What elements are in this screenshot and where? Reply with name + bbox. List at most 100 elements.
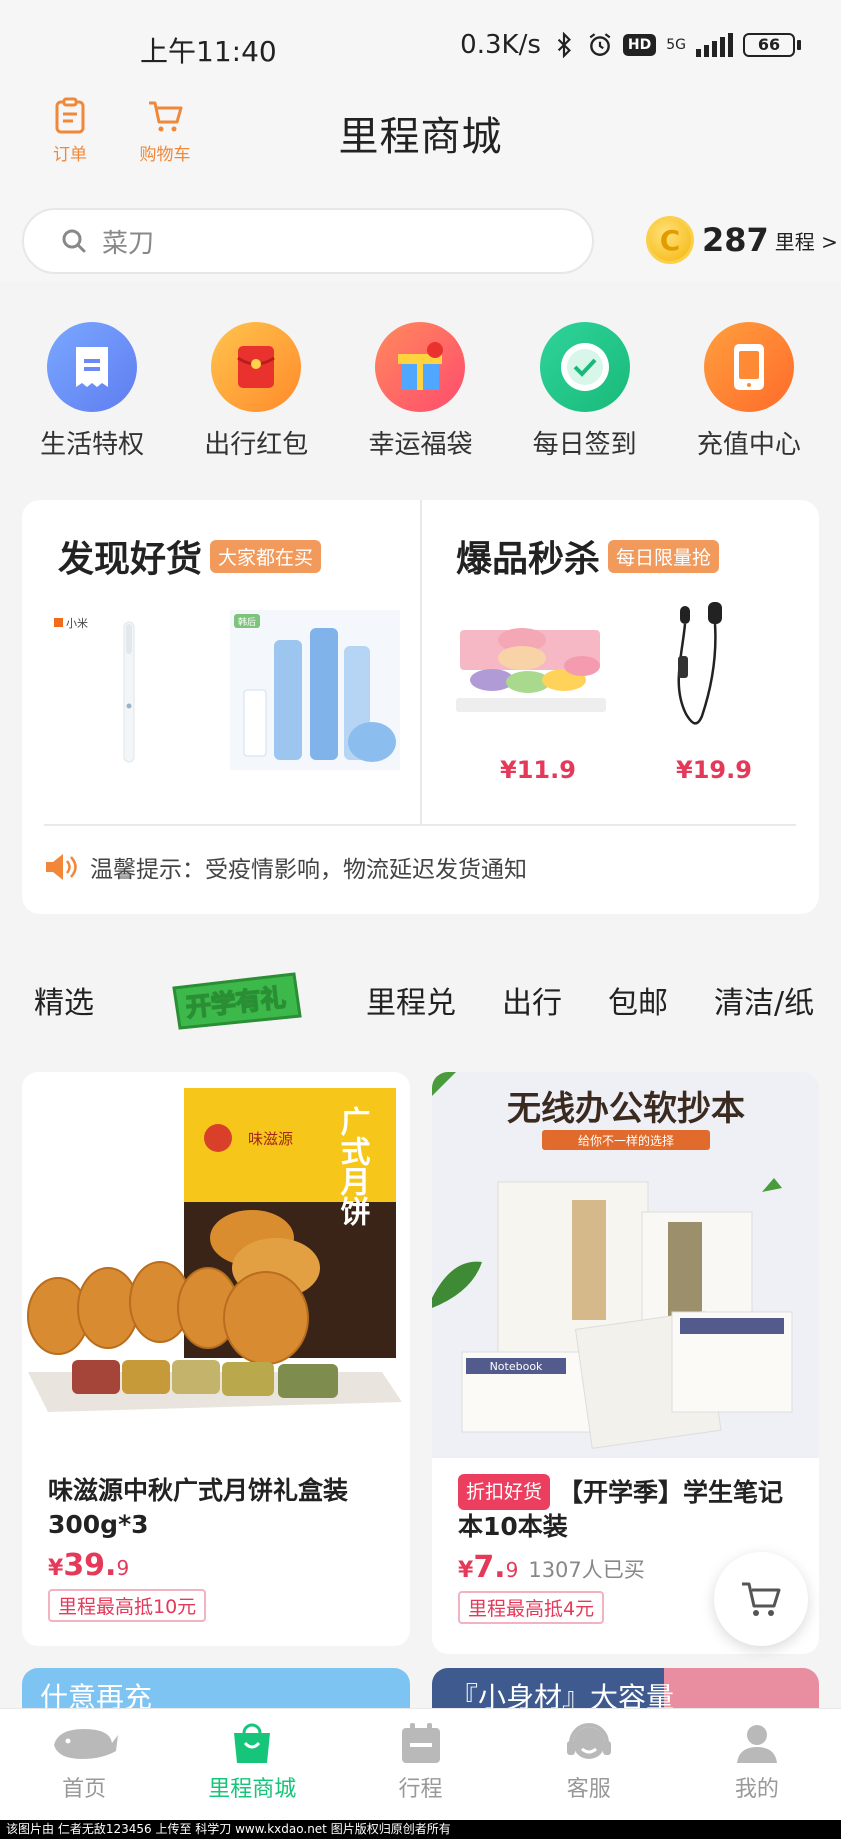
- product-card[interactable]: 味滋源 广式月饼 味滋源中秋广式月饼礼盒装300g*3 ¥39.9 里程最高抵1…: [22, 1072, 410, 1646]
- check-in-icon: [539, 322, 630, 412]
- calendar-icon: [401, 1723, 440, 1763]
- next-card-peek[interactable]: 什意再充: [22, 1668, 410, 1708]
- notice-bar[interactable]: 温馨提示：受疫情影响，物流延迟发货通知: [44, 850, 527, 884]
- notebook-image: 无线办公软抄本 给你不一样的选择 Notebook: [432, 1072, 819, 1458]
- quick-label: 幸运福袋: [368, 430, 473, 460]
- tab-featured[interactable]: 精选: [34, 978, 94, 1022]
- sold-count: 1307人已买: [528, 1558, 645, 1582]
- quick-label: 生活特权: [40, 430, 145, 460]
- next-card-text: 『小身材』大容量: [450, 1681, 675, 1708]
- promo-divider: [420, 500, 422, 824]
- bottom-navigation: 首页 里程商城 行程 客服 我的: [0, 1708, 841, 1820]
- discover-tag: 大家都在买: [210, 539, 322, 573]
- miles-balance[interactable]: C 287 里程 >: [646, 216, 838, 264]
- macaron-image[interactable]: [452, 600, 612, 730]
- earphone-image[interactable]: [642, 596, 782, 736]
- price-decimal: 9: [116, 1556, 130, 1580]
- whale-icon: [54, 1729, 119, 1759]
- next-card-peek[interactable]: 『小身材』大容量: [432, 1668, 819, 1708]
- nav-trips[interactable]: 行程: [336, 1709, 504, 1820]
- image-brand: 味滋源: [248, 1130, 293, 1148]
- product-price: ¥39.9: [48, 1548, 129, 1583]
- flash-price: ¥19.9: [676, 756, 752, 784]
- battery-level: 66: [743, 33, 795, 57]
- quick-recharge-center[interactable]: 充值中心: [674, 300, 824, 470]
- product-name: 折扣好货 【开学季】学生笔记本10本装: [458, 1474, 793, 1544]
- price-symbol: ¥: [48, 1556, 64, 1581]
- quick-label: 出行红包: [204, 430, 309, 460]
- search-row: 菜刀 C 287 里程 >: [0, 200, 841, 282]
- tab-cleaning[interactable]: 清洁/纸: [714, 978, 814, 1022]
- battery-icon: 66: [743, 33, 801, 57]
- promo-divider: [44, 824, 796, 826]
- brand-tag: 韩后: [238, 616, 256, 628]
- quick-lucky-bag[interactable]: 幸运福袋: [345, 300, 495, 470]
- floating-cart-button[interactable]: [714, 1552, 808, 1646]
- coin-icon: C: [646, 216, 694, 264]
- page-title: 里程商城: [338, 114, 503, 160]
- alarm-icon: [589, 33, 611, 56]
- nav-customer-service[interactable]: 客服: [505, 1709, 673, 1820]
- miles-value: 287: [702, 221, 769, 259]
- notebook-label: Notebook: [490, 1360, 543, 1373]
- speaker-icon: [46, 854, 77, 880]
- tab-free-shipping[interactable]: 包邮: [608, 978, 668, 1022]
- quick-travel-redpacket[interactable]: 出行红包: [181, 300, 331, 470]
- nav-mileage-mall[interactable]: 里程商城: [168, 1709, 336, 1820]
- flash-sale-title[interactable]: 爆品秒杀 每日限量抢: [456, 530, 720, 582]
- discover-goods-title[interactable]: 发现好货 大家都在买: [58, 530, 322, 582]
- mooncake-image: 味滋源 广式月饼: [22, 1072, 410, 1458]
- status-bar: 上午11:40 0.3K/s HD 5G 66: [0, 0, 841, 90]
- watermark-footer: 该图片由 仁者无敌123456 上传至 科学刀 www.kxdao.net 图片…: [0, 1820, 841, 1839]
- flash-price: ¥11.9: [500, 756, 576, 784]
- nav-home[interactable]: 首页: [0, 1709, 168, 1820]
- hd-icon: HD: [622, 34, 657, 56]
- product-price: ¥7.9: [458, 1550, 518, 1585]
- flash-sale-tag: 每日限量抢: [608, 539, 720, 573]
- nav-label: 我的: [734, 1777, 779, 1802]
- search-input[interactable]: 菜刀: [22, 208, 594, 274]
- price-main: 39.: [63, 1548, 117, 1583]
- category-tabs: 精选 开学有礼 里程兑 出行 包邮 清洁/纸: [0, 960, 841, 1040]
- mileage-deduct-tag: 里程最高抵4元: [458, 1591, 605, 1624]
- bluetooth-icon: [557, 32, 571, 58]
- user-icon: [736, 1725, 777, 1763]
- nav-label: 行程: [398, 1777, 443, 1802]
- cart-icon: [742, 1582, 781, 1616]
- app-header: 订单 购物车 里程商城: [0, 90, 841, 200]
- price-main: 7.: [473, 1550, 506, 1585]
- notice-text: 温馨提示：受疫情影响，物流延迟发货通知: [90, 857, 527, 883]
- promo-card: 发现好货 大家都在买 小米 韩后 爆品秒杀 每日限量抢 ¥11.9 ¥19.9 …: [22, 500, 819, 914]
- toothbrush-image[interactable]: 小米: [52, 610, 212, 770]
- mileage-deduct-tag: 里程最高抵10元: [48, 1589, 207, 1622]
- discover-title-text: 发现好货: [58, 539, 203, 580]
- status-right: 0.3K/s HD 5G 66: [460, 30, 801, 60]
- quick-actions: 生活特权 出行红包 幸运福袋 每日签到 充值中心: [0, 300, 841, 470]
- product-name: 味滋源中秋广式月饼礼盒装300g*3: [48, 1476, 349, 1539]
- quick-label: 每日签到: [532, 430, 637, 460]
- shopping-bag-icon: [234, 1723, 271, 1763]
- headset-icon: [566, 1723, 611, 1759]
- skincare-image[interactable]: 韩后: [230, 610, 400, 770]
- nav-label: 客服: [566, 1777, 611, 1802]
- next-card-text: 什意再充: [40, 1681, 153, 1708]
- nav-label: 首页: [62, 1777, 107, 1802]
- price-symbol: ¥: [458, 1558, 474, 1583]
- tab-travel[interactable]: 出行: [502, 978, 562, 1022]
- flash-sale-title-text: 爆品秒杀: [456, 539, 601, 580]
- network-speed: 0.3K/s: [460, 30, 541, 60]
- tab-mileage-redeem[interactable]: 里程兑: [366, 978, 456, 1022]
- gift-box-icon: [375, 322, 466, 412]
- nav-profile[interactable]: 我的: [673, 1709, 841, 1820]
- quick-daily-checkin[interactable]: 每日签到: [510, 300, 660, 470]
- image-text: 广式月饼: [335, 1106, 371, 1227]
- quick-label: 充值中心: [696, 430, 801, 460]
- price-decimal: 9: [505, 1558, 519, 1582]
- quick-life-privilege[interactable]: 生活特权: [17, 300, 167, 470]
- ticket-icon: [47, 322, 138, 412]
- miles-unit: 里程 >: [774, 229, 838, 254]
- tab-back-to-school[interactable]: 开学有礼: [166, 968, 306, 1032]
- search-icon: [62, 229, 86, 253]
- price-row: ¥39.9: [48, 1548, 384, 1583]
- discount-badge: 折扣好货: [458, 1474, 551, 1510]
